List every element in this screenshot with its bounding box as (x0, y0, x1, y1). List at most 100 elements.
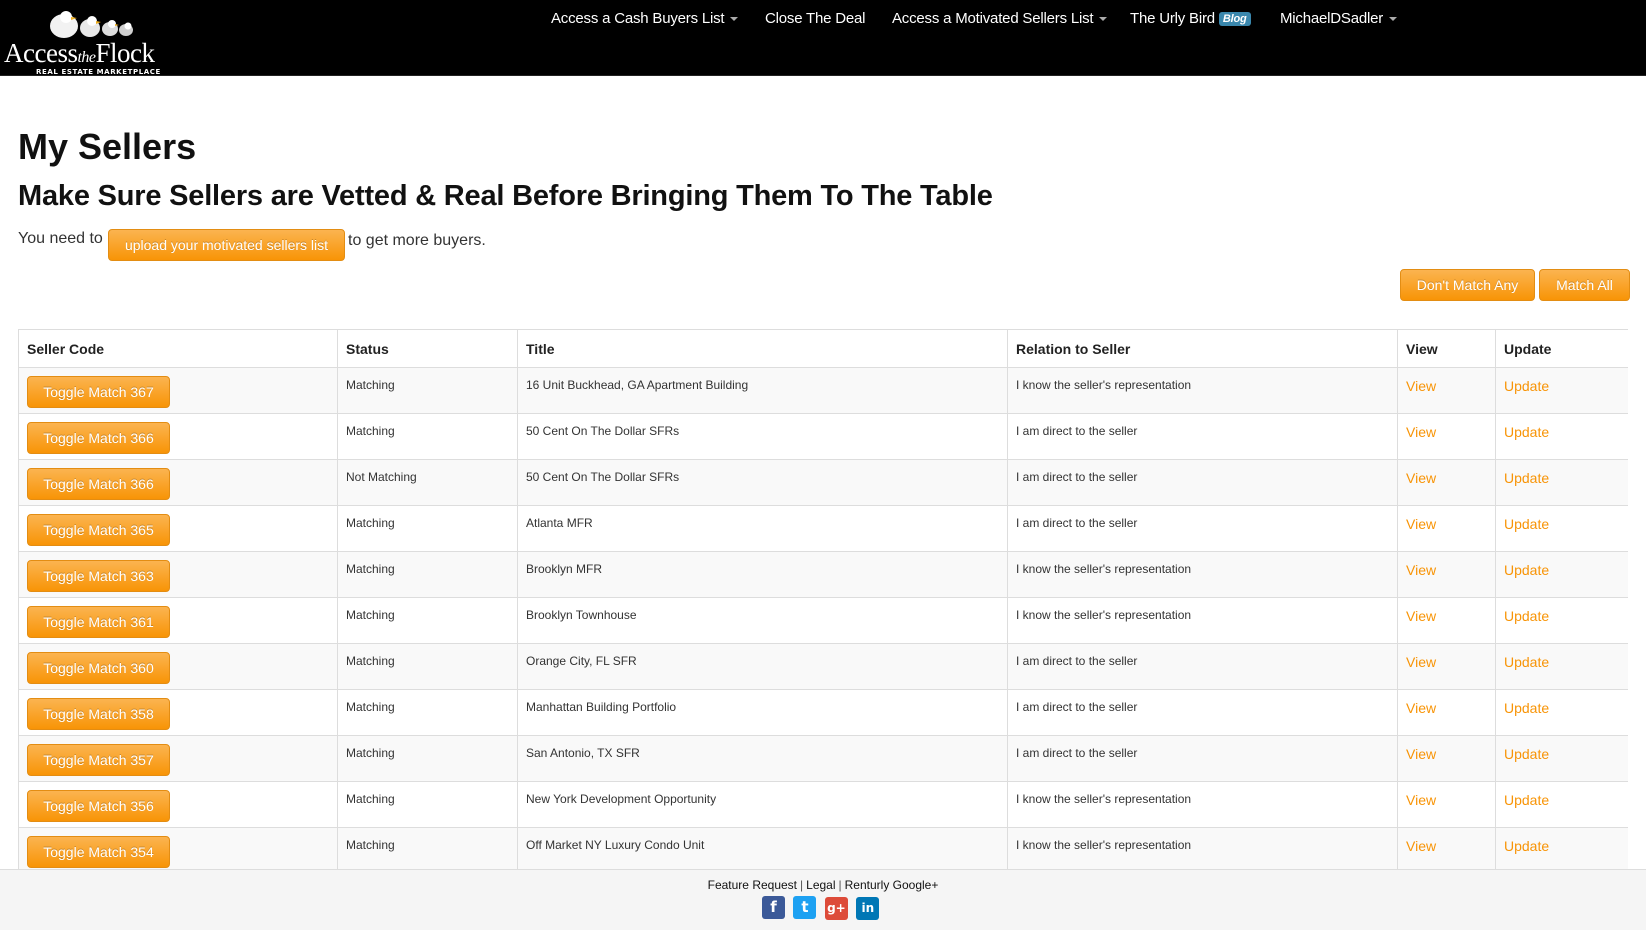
linkedin-icon[interactable]: in (856, 897, 880, 920)
cell-status: Matching (337, 413, 518, 460)
google-plus-link[interactable]: Renturly Google+ (845, 878, 939, 892)
cell-relation: I know the seller's representation (1007, 781, 1398, 828)
page-subtitle: Make Sure Sellers are Vetted & Real Befo… (18, 180, 993, 212)
upload-sellers-list-button[interactable]: upload your motivated sellers list (108, 229, 345, 261)
facebook-icon[interactable]: f (762, 896, 785, 919)
column-header-status: Status (337, 329, 518, 368)
nav-label: The Urly Bird (1130, 10, 1215, 27)
update-link[interactable]: Update (1504, 654, 1549, 670)
toggle-match-button[interactable]: Toggle Match 367 (27, 376, 170, 408)
cell-title: 50 Cent On The Dollar SFRs (517, 413, 1008, 460)
nav-label: MichaelDSadler (1280, 10, 1384, 27)
toggle-match-button[interactable]: Toggle Match 366 (27, 422, 170, 454)
nav-close-the-deal[interactable]: Close The Deal (765, 10, 866, 27)
table-row: Toggle Match 366 Not Matching 50 Cent On… (18, 459, 1628, 506)
view-link[interactable]: View (1406, 700, 1436, 716)
toggle-match-button[interactable]: Toggle Match 354 (27, 836, 170, 868)
update-link[interactable]: Update (1504, 608, 1549, 624)
view-link[interactable]: View (1406, 608, 1436, 624)
update-link[interactable]: Update (1504, 700, 1549, 716)
cell-update: Update (1495, 689, 1628, 736)
view-link[interactable]: View (1406, 470, 1436, 486)
update-link[interactable]: Update (1504, 516, 1549, 532)
cell-title: Brooklyn Townhouse (517, 597, 1008, 644)
view-link[interactable]: View (1406, 746, 1436, 762)
cell-status: Matching (337, 689, 518, 736)
cell-update: Update (1495, 735, 1628, 782)
toggle-match-button[interactable]: Toggle Match 365 (27, 514, 170, 546)
toggle-match-button[interactable]: Toggle Match 357 (27, 744, 170, 776)
table-row: Toggle Match 367 Matching 16 Unit Buckhe… (18, 367, 1628, 414)
view-link[interactable]: View (1406, 424, 1436, 440)
blog-badge: Blog (1218, 12, 1251, 26)
view-link[interactable]: View (1406, 838, 1436, 854)
nav-label: Close The Deal (765, 10, 866, 27)
update-link[interactable]: Update (1504, 470, 1549, 486)
footer-links: Feature Request | Legal | Renturly Google+ (0, 878, 1646, 892)
site-logo[interactable]: AccesstheFlock REAL ESTATE MARKETPLACE (4, 6, 184, 76)
table-row: Toggle Match 360 Matching Orange City, F… (18, 643, 1628, 690)
chevron-down-icon (1099, 17, 1108, 22)
nav-motivated-sellers-list[interactable]: Access a Motivated Sellers List (892, 10, 1108, 27)
column-header-view: View (1397, 329, 1496, 368)
cell-status: Matching (337, 505, 518, 552)
sellers-table: Seller Code Status Title Relation to Sel… (18, 329, 1628, 869)
table-row: Toggle Match 358 Matching Manhattan Buil… (18, 689, 1628, 736)
nav-user-menu[interactable]: MichaelDSadler (1280, 10, 1398, 27)
cell-update: Update (1495, 367, 1628, 414)
view-link[interactable]: View (1406, 378, 1436, 394)
cell-relation: I know the seller's representation (1007, 367, 1398, 414)
dont-match-any-button[interactable]: Don't Match Any (1400, 269, 1535, 301)
cell-view: View (1397, 597, 1496, 644)
chevron-down-icon (1389, 17, 1398, 22)
upload-notice-text: You need to (18, 230, 103, 247)
feature-request-link[interactable]: Feature Request (708, 878, 797, 892)
legal-link[interactable]: Legal (806, 878, 835, 892)
cell-view: View (1397, 643, 1496, 690)
update-link[interactable]: Update (1504, 424, 1549, 440)
table-row: Toggle Match 365 Matching Atlanta MFR I … (18, 505, 1628, 552)
update-link[interactable]: Update (1504, 378, 1549, 394)
view-link[interactable]: View (1406, 516, 1436, 532)
nav-urly-bird-blog[interactable]: The Urly Bird Blog (1130, 10, 1251, 27)
footer-separator: | (800, 878, 804, 892)
social-icons: f t g+ in (762, 896, 883, 922)
cell-seller-code: Toggle Match 366 (18, 413, 338, 460)
cell-relation: I am direct to the seller (1007, 505, 1398, 552)
cell-seller-code: Toggle Match 360 (18, 643, 338, 690)
view-link[interactable]: View (1406, 562, 1436, 578)
match-all-button[interactable]: Match All (1539, 269, 1630, 301)
cell-status: Matching (337, 643, 518, 690)
table-row: Toggle Match 361 Matching Brooklyn Townh… (18, 597, 1628, 644)
toggle-match-button[interactable]: Toggle Match 363 (27, 560, 170, 592)
cell-update: Update (1495, 781, 1628, 828)
twitter-icon[interactable]: t (793, 896, 817, 919)
google-plus-icon[interactable]: g+ (824, 897, 848, 920)
cell-status: Matching (337, 827, 518, 869)
nav-cash-buyers-list[interactable]: Access a Cash Buyers List (551, 10, 739, 27)
toggle-match-button[interactable]: Toggle Match 358 (27, 698, 170, 730)
update-link[interactable]: Update (1504, 838, 1549, 854)
toggle-match-button[interactable]: Toggle Match 360 (27, 652, 170, 684)
cell-update: Update (1495, 827, 1628, 869)
toggle-match-button[interactable]: Toggle Match 361 (27, 606, 170, 638)
update-link[interactable]: Update (1504, 562, 1549, 578)
table-header-row: Seller Code Status Title Relation to Sel… (18, 329, 1628, 368)
view-link[interactable]: View (1406, 792, 1436, 808)
cell-status: Matching (337, 781, 518, 828)
cell-status: Matching (337, 367, 518, 414)
cell-seller-code: Toggle Match 367 (18, 367, 338, 414)
toggle-match-button[interactable]: Toggle Match 366 (27, 468, 170, 500)
cell-seller-code: Toggle Match 366 (18, 459, 338, 506)
cell-view: View (1397, 781, 1496, 828)
cell-update: Update (1495, 643, 1628, 690)
cell-title: San Antonio, TX SFR (517, 735, 1008, 782)
view-link[interactable]: View (1406, 654, 1436, 670)
cell-title: 50 Cent On The Dollar SFRs (517, 459, 1008, 506)
table-row: Toggle Match 354 Matching Off Market NY … (18, 827, 1628, 869)
update-link[interactable]: Update (1504, 746, 1549, 762)
column-header-title: Title (517, 329, 1008, 368)
toggle-match-button[interactable]: Toggle Match 356 (27, 790, 170, 822)
update-link[interactable]: Update (1504, 792, 1549, 808)
upload-notice-text-after: to get more buyers. (348, 232, 486, 249)
